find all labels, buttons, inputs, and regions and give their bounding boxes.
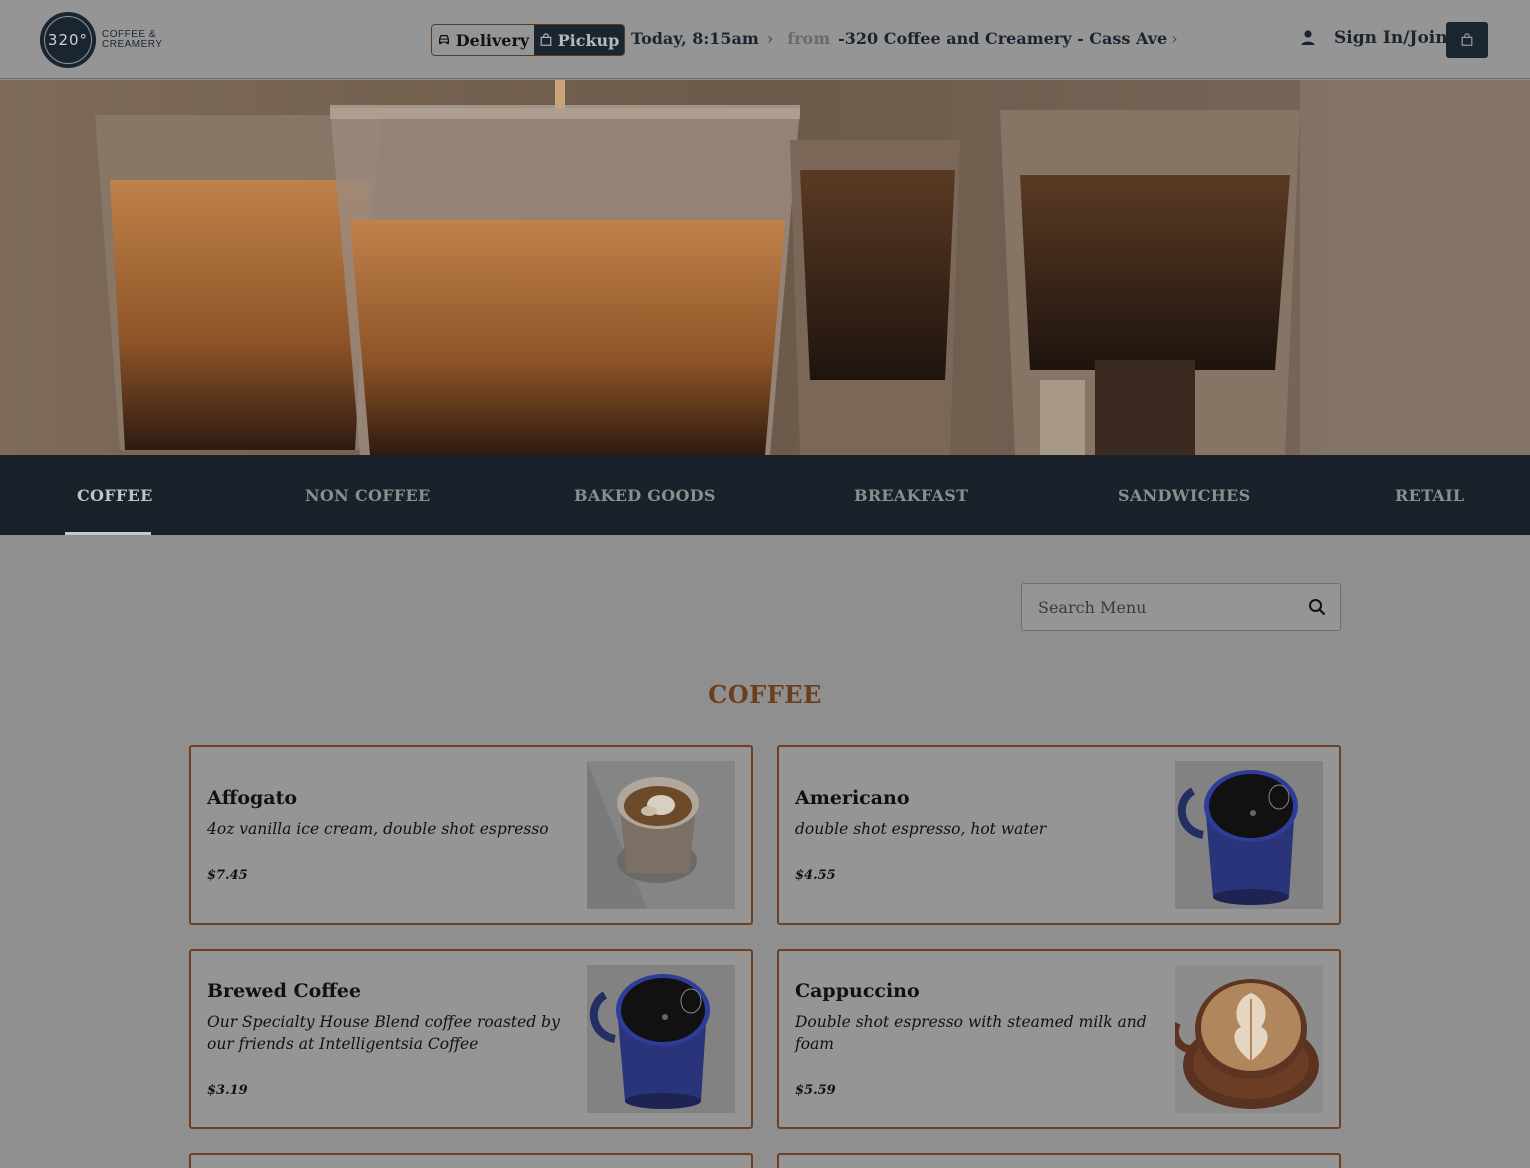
item-name: Brewed Coffee (207, 980, 362, 1002)
car-icon (438, 35, 449, 45)
order-time[interactable]: Today, 8:15am (631, 29, 759, 48)
hero-banner-image (0, 80, 1530, 455)
item-image (1175, 761, 1323, 909)
signin-link[interactable]: Sign In/Join (1298, 28, 1448, 48)
logo[interactable]: 320° COFFEE & CREAMERY (40, 12, 163, 68)
tab-retail[interactable]: RETAIL (1395, 455, 1464, 535)
user-icon (1301, 30, 1315, 45)
menu-item-card[interactable] (189, 1153, 753, 1168)
menu-item-card[interactable]: Affogato 4oz vanilla ice cream, double s… (189, 745, 753, 925)
order-mode-toggle: Delivery Pickup (431, 24, 625, 56)
latte-art-photo (1175, 965, 1323, 1113)
section-title: COFFEE (708, 680, 822, 709)
item-name: Cappuccino (795, 980, 920, 1002)
search-input[interactable] (1022, 597, 1292, 617)
pickup-label: Pickup (557, 30, 620, 50)
tab-baked-goods[interactable]: BAKED GOODS (574, 455, 716, 535)
item-image (587, 965, 735, 1113)
item-name: Affogato (207, 787, 298, 809)
item-price: $7.45 (207, 868, 248, 883)
category-nav: COFFEE NON COFFEE BAKED GOODS BREAKFAST … (0, 455, 1530, 535)
item-description: Our Specialty House Blend coffee roasted… (207, 1013, 560, 1053)
item-description: 4oz vanilla ice cream, double shot espre… (207, 820, 549, 838)
site-header: 320° COFFEE & CREAMERY Delivery Pickup T… (0, 0, 1530, 79)
espresso-glasses-photo (0, 80, 1530, 455)
logo-wordmark: COFFEE & CREAMERY (102, 30, 163, 50)
item-price: $4.55 (795, 868, 836, 883)
signin-label: Sign In/Join (1334, 28, 1448, 48)
from-label: from (787, 29, 831, 48)
pickup-button[interactable]: Pickup (534, 25, 624, 55)
logo-line-2: CREAMERY (102, 39, 163, 50)
chevron-right-icon: › (1171, 29, 1178, 48)
menu-item-card[interactable]: Brewed Coffee Our Specialty House Blend … (189, 949, 753, 1129)
blue-mug-photo (1175, 761, 1323, 909)
delivery-label: Delivery (455, 30, 530, 50)
order-details: Today, 8:15am › from -320 Coffee and Cre… (631, 29, 1192, 48)
item-price: $3.19 (207, 1083, 248, 1098)
item-description: double shot espresso, hot water (795, 820, 1047, 838)
chevron-right-icon: › (766, 29, 774, 48)
search-box (1021, 583, 1341, 631)
item-description: Double shot espresso with steamed milk a… (795, 1013, 1147, 1053)
menu-item-card[interactable]: Cappuccino Double shot espresso with ste… (777, 949, 1341, 1129)
logo-mark: 320° (40, 12, 96, 68)
active-tab-indicator (65, 532, 151, 535)
cart-button[interactable] (1446, 22, 1488, 58)
item-price: $5.59 (795, 1083, 836, 1098)
menu-item-card[interactable]: Americano double shot espresso, hot wate… (777, 745, 1341, 925)
blue-mug-photo (587, 965, 735, 1113)
menu-item-card[interactable] (777, 1153, 1341, 1168)
item-image (587, 761, 735, 909)
store-location[interactable]: -320 Coffee and Creamery - Cass Ave (838, 29, 1167, 48)
search-icon[interactable] (1308, 598, 1326, 616)
tab-non-coffee[interactable]: NON COFFEE (305, 455, 431, 535)
logo-mark-text: 320° (44, 16, 92, 64)
affogato-photo (587, 761, 735, 909)
bag-icon (540, 33, 551, 46)
tab-coffee[interactable]: COFFEE (77, 455, 153, 535)
tab-breakfast[interactable]: BREAKFAST (854, 455, 968, 535)
tab-sandwiches[interactable]: SANDWICHES (1118, 455, 1251, 535)
delivery-button[interactable]: Delivery (432, 25, 534, 55)
item-image (1175, 965, 1323, 1113)
item-name: Americano (795, 787, 910, 809)
bag-icon (1461, 33, 1473, 46)
